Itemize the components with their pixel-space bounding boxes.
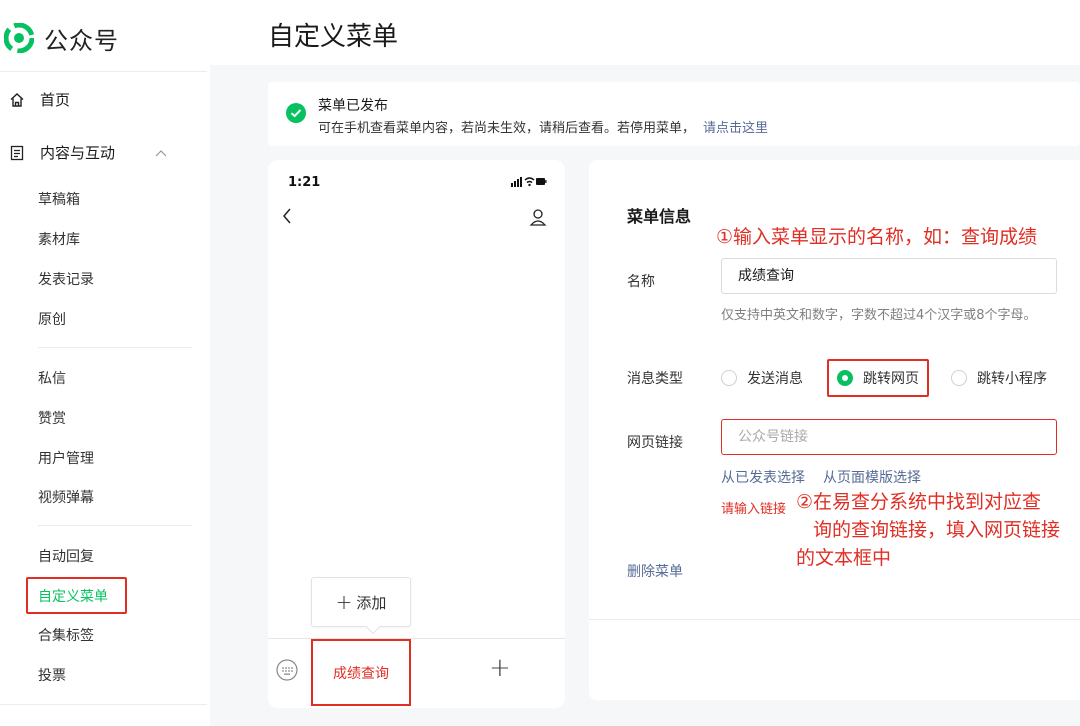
phone-status-icons <box>511 177 547 187</box>
phone-preview: 1:21 + 添加 成绩查询 + <box>268 160 565 708</box>
menu-bar: 成绩查询 + <box>268 638 565 708</box>
url-input[interactable]: 公众号链接 <box>721 419 1057 455</box>
chevron-up-icon <box>155 149 167 156</box>
wechat-official-logo-icon <box>4 23 34 53</box>
success-check-icon <box>286 103 306 123</box>
message-type-label: 消息类型 <box>627 371 683 387</box>
url-label: 网页链接 <box>627 435 683 451</box>
radio-label: 跳转网页 <box>863 371 919 387</box>
annotation-step2: ②在易查分系统中找到对应查 询的查询链接，填入网页链接 的文本框中 <box>796 488 1076 572</box>
sidebar-item-messages[interactable]: 私信 <box>38 368 66 388</box>
back-arrow-icon[interactable] <box>280 206 296 226</box>
radio-jump-webpage[interactable]: 跳转网页 <box>837 368 919 388</box>
radio-send-message[interactable]: 发送消息 <box>721 368 803 388</box>
sidebar-divider <box>0 704 207 705</box>
radio-unselected-icon <box>721 370 737 386</box>
logo[interactable]: 公众号 <box>4 20 119 56</box>
user-profile-icon[interactable] <box>529 208 547 226</box>
sidebar-item-vote[interactable]: 投票 <box>38 665 66 685</box>
home-icon <box>8 91 26 109</box>
section-title: 菜单信息 <box>627 207 692 226</box>
add-menu-plus-icon[interactable]: + <box>489 653 511 683</box>
annotation-line: 的文本框中 <box>796 547 892 569</box>
radio-label: 跳转小程序 <box>977 371 1047 387</box>
sidebar-item-label: 首页 <box>40 91 71 109</box>
name-label: 名称 <box>627 274 655 290</box>
sidebar-item-collection-tags[interactable]: 合集标签 <box>38 625 94 645</box>
delete-menu-link[interactable]: 删除菜单 <box>627 561 683 581</box>
radio-selected-icon <box>837 370 853 386</box>
app-name: 公众号 <box>44 26 119 55</box>
notice-description: 可在手机查看菜单内容，若尚未生效，请稍后查看。若停用菜单， 请点击这里 <box>318 117 768 136</box>
notice-title: 菜单已发布 <box>318 98 388 114</box>
phone-status-time: 1:21 <box>288 175 321 190</box>
sidebar: 公众号 首页 内容与互动 草稿箱 素材库 发表记录 原创 私信 赞赏 用户管理 … <box>0 0 210 726</box>
radio-label: 发送消息 <box>747 371 803 387</box>
sidebar-item-auto-reply[interactable]: 自动回复 <box>38 546 94 566</box>
sidebar-item-home[interactable]: 首页 <box>8 89 70 110</box>
document-icon <box>8 144 26 162</box>
radio-jump-miniprogram[interactable]: 跳转小程序 <box>951 368 1047 388</box>
annotation-step1: ①输入菜单显示的名称，如：查询成绩 <box>716 226 1038 248</box>
sidebar-item-publish-history[interactable]: 发表记录 <box>38 269 94 289</box>
select-from-published-link[interactable]: 从已发表选择 <box>721 467 805 487</box>
annotation-line: 询的查询链接，填入网页链接 <box>813 519 1061 541</box>
sidebar-item-video-danmaku[interactable]: 视频弹幕 <box>38 487 94 507</box>
sidebar-item-materials[interactable]: 素材库 <box>38 229 80 249</box>
annotation-line: ②在易查分系统中找到对应查 <box>796 491 1042 513</box>
page-title: 自定义菜单 <box>268 22 399 52</box>
sidebar-item-user-management[interactable]: 用户管理 <box>38 448 94 468</box>
sidebar-item-drafts[interactable]: 草稿箱 <box>38 189 80 209</box>
form-divider <box>589 619 1080 620</box>
sidebar-divider <box>0 71 207 72</box>
sidebar-item-appreciation[interactable]: 赞赏 <box>38 408 66 428</box>
notice-desc-text: 可在手机查看菜单内容，若尚未生效，请稍后查看。若停用菜单， <box>318 121 696 136</box>
sidebar-subdivider <box>38 525 192 526</box>
publish-notice: 菜单已发布 可在手机查看菜单内容，若尚未生效，请稍后查看。若停用菜单， 请点击这里 <box>268 82 1080 146</box>
sidebar-item-original[interactable]: 原创 <box>38 309 66 329</box>
add-submenu-button[interactable]: + 添加 <box>311 577 411 627</box>
select-from-template-link[interactable]: 从页面模版选择 <box>823 467 921 487</box>
disable-menu-link[interactable]: 请点击这里 <box>703 121 768 136</box>
menu-name-input[interactable]: 成绩查询 <box>721 258 1057 294</box>
keyboard-icon[interactable] <box>276 659 298 681</box>
sidebar-group-label: 内容与互动 <box>40 144 116 162</box>
sidebar-subdivider <box>38 347 192 348</box>
url-error-message: 请输入链接 <box>721 502 787 517</box>
sidebar-item-custom-menu[interactable]: 自定义菜单 <box>38 586 108 606</box>
menu-item-tab[interactable]: 成绩查询 <box>311 639 411 706</box>
name-hint: 仅支持中英文和数字，字数不超过4个汉字或8个字母。 <box>721 308 1037 323</box>
sidebar-group-content[interactable]: 内容与互动 <box>8 142 167 163</box>
menu-info-panel: 菜单信息 ①输入菜单显示的名称，如：查询成绩 名称 成绩查询 仅支持中英文和数字… <box>589 160 1080 700</box>
radio-unselected-icon <box>951 370 967 386</box>
plus-icon: + <box>335 590 353 614</box>
add-submenu-label: 添加 <box>356 593 387 612</box>
